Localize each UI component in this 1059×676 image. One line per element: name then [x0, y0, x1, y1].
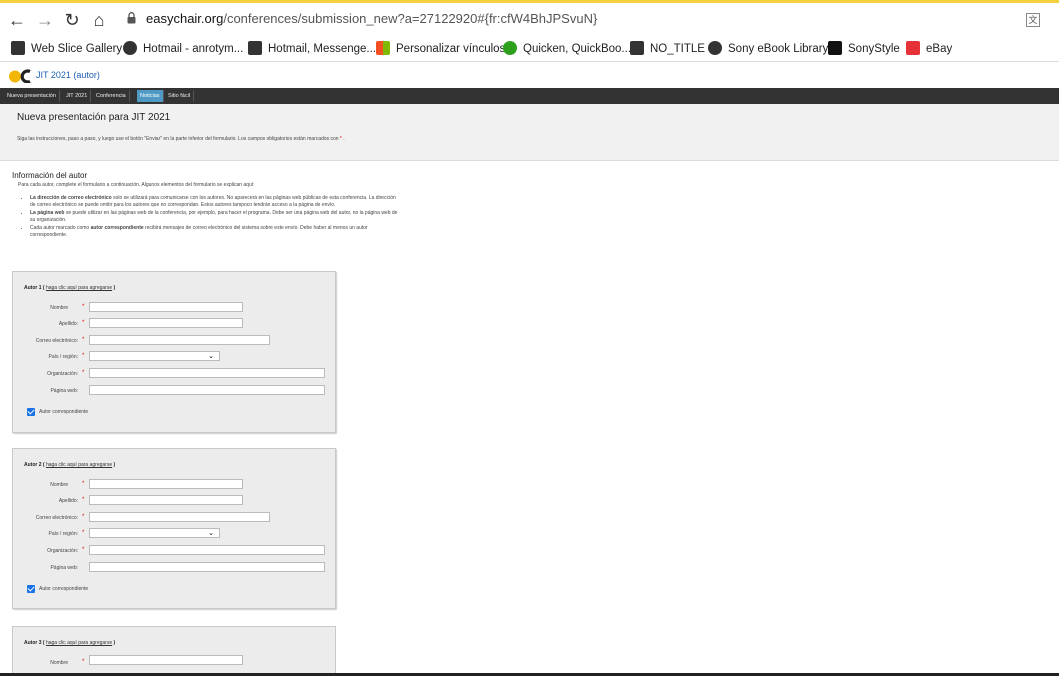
list-item: La página web se puede utilizar en las p… — [30, 210, 398, 223]
author-3-panel: Autor 3 ( haga clic aquí para agregarse … — [12, 626, 336, 673]
author-1-apellido-input[interactable] — [89, 318, 243, 328]
author-1-email-input[interactable] — [89, 335, 270, 345]
author-2-email-input[interactable] — [89, 512, 270, 522]
author-info-list: La dirección de correo electrónico solo … — [18, 195, 398, 240]
address-bar[interactable]: easychair.org/conferences/submission_new… — [146, 11, 597, 26]
author-2-nombre-input[interactable] — [89, 479, 243, 489]
menu-nueva-presentacion[interactable]: Nueva presentación — [4, 90, 60, 102]
bookmark-icon — [248, 41, 262, 55]
forward-arrow-icon[interactable]: → — [34, 9, 56, 31]
nombre-label: Nombre — [50, 482, 68, 488]
author-1-title: Autor 1 ( haga clic aquí para agregarse … — [24, 285, 116, 291]
easychair-logo-icon[interactable] — [9, 69, 33, 83]
chevron-down-icon: ⌄ — [208, 530, 214, 537]
bookmark-sony-ebook[interactable]: Sony eBook Library — [708, 40, 828, 58]
author-2-web-input[interactable] — [89, 562, 325, 572]
list-item: Cada autor marcado como autor correspond… — [30, 225, 398, 238]
back-arrow-icon[interactable]: ← — [6, 9, 28, 31]
author-2-title: Autor 2 ( haga clic aquí para agregarse … — [24, 462, 116, 468]
author-2-org-input[interactable] — [89, 545, 325, 555]
url-host: easychair.org — [146, 11, 224, 26]
author-1-web-input[interactable] — [89, 385, 325, 395]
author-2-pais-select[interactable]: ⌄ — [89, 528, 220, 538]
org-label: Organización: — [47, 371, 78, 377]
apellido-label: Apellido: — [58, 498, 78, 504]
pais-label: País / región: — [48, 354, 78, 360]
home-icon[interactable]: ⌂ — [88, 9, 110, 31]
page-title: Nueva presentación para JIT 2021 — [17, 112, 171, 123]
author-info-title: Información del autor — [12, 171, 88, 180]
author-1-org-input[interactable] — [89, 368, 325, 378]
menu-noticias[interactable]: Noticias — [137, 90, 164, 102]
main-menu: Nueva presentación JIT 2021 Conferencia … — [0, 88, 1059, 104]
author-2-panel: Autor 2 ( haga clic aquí para agregarse … — [12, 448, 336, 609]
nombre-label: Nombre — [50, 660, 68, 666]
menu-conferencia[interactable]: Conferencia — [93, 90, 130, 102]
bookmark-no-title[interactable]: NO_TITLE — [630, 40, 705, 58]
author-3-nombre-input[interactable] — [89, 655, 243, 665]
corresponding-label: Autor correspondiente — [39, 409, 89, 415]
sonystyle-icon — [828, 41, 842, 55]
author-1-pais-select[interactable]: ⌄ — [89, 351, 220, 361]
reload-icon[interactable]: ↻ — [61, 9, 83, 31]
translate-icon[interactable]: 文 — [1026, 13, 1040, 27]
required-star: * — [339, 136, 342, 142]
author-info-subtitle: Para cada autor, complete el formulario … — [18, 182, 255, 188]
menu-jit-2021[interactable]: JIT 2021 — [63, 90, 92, 102]
author-2-apellido-input[interactable] — [89, 495, 243, 505]
menu-sitio-facil[interactable]: Sitio fácil — [165, 90, 195, 102]
bookmark-hotmail-messenger[interactable]: Hotmail, Messenge... — [248, 40, 376, 58]
bookmark-sonystyle[interactable]: SonyStyle — [828, 40, 900, 58]
chevron-down-icon: ⌄ — [208, 353, 214, 360]
nombre-label: Nombre — [50, 305, 68, 311]
intro-text: Siga las instrucciones, paso a paso, y l… — [17, 136, 345, 142]
pais-label: País / región: — [48, 531, 78, 537]
author-3-title: Autor 3 ( haga clic aquí para agregarse … — [24, 640, 116, 646]
author-2-add-link[interactable]: haga clic aquí para agregarse — [46, 462, 112, 468]
site-title[interactable]: JIT 2021 (autor) — [36, 70, 100, 80]
browser-toolbar: ← → ↻ ⌂ easychair.org/conferences/submis… — [0, 3, 1059, 37]
site-header: JIT 2021 (autor) — [0, 63, 1059, 88]
author-3-add-link[interactable]: haga clic aquí para agregarse — [46, 640, 112, 646]
list-item: La dirección de correo electrónico solo … — [30, 195, 398, 208]
bookmark-quicken[interactable]: Quicken, QuickBoo... — [503, 40, 631, 58]
bookmark-web-slice-gallery[interactable]: Web Slice Gallery — [11, 40, 122, 58]
author-1-panel: Autor 1 ( haga clic aquí para agregarse … — [12, 271, 336, 433]
bookmark-icon — [630, 41, 644, 55]
email-label: Correo electrónico: — [35, 338, 78, 344]
author-2-corresponding-checkbox[interactable] — [27, 585, 35, 593]
author-1-add-link[interactable]: haga clic aquí para agregarse — [46, 285, 112, 291]
bookmark-globe-icon — [708, 41, 722, 55]
author-1-nombre-input[interactable] — [89, 302, 243, 312]
bookmark-personalizar[interactable]: Personalizar vínculos — [376, 40, 505, 58]
windows-logo-icon — [376, 41, 390, 55]
bookmark-hotmail[interactable]: Hotmail - anrotym... — [123, 40, 243, 58]
url-path: /conferences/submission_new?a=27122920#{… — [223, 11, 598, 26]
bookmark-icon — [11, 41, 25, 55]
author-1-corresponding-checkbox[interactable] — [27, 408, 35, 416]
org-label: Organización: — [47, 548, 78, 554]
ebay-bag-icon — [906, 41, 920, 55]
web-label: Página web: — [50, 388, 78, 394]
bookmark-globe-icon — [123, 41, 137, 55]
lock-icon — [127, 12, 136, 24]
quickbooks-icon — [503, 41, 517, 55]
web-label: Página web: — [50, 565, 78, 571]
apellido-label: Apellido: — [58, 321, 78, 327]
bookmarks-bar: Web Slice Gallery Hotmail - anrotym... H… — [0, 37, 1059, 62]
email-label: Correo electrónico: — [35, 515, 78, 521]
corresponding-label: Autor correspondiente — [39, 586, 89, 592]
bookmark-ebay[interactable]: eBay — [906, 40, 952, 58]
